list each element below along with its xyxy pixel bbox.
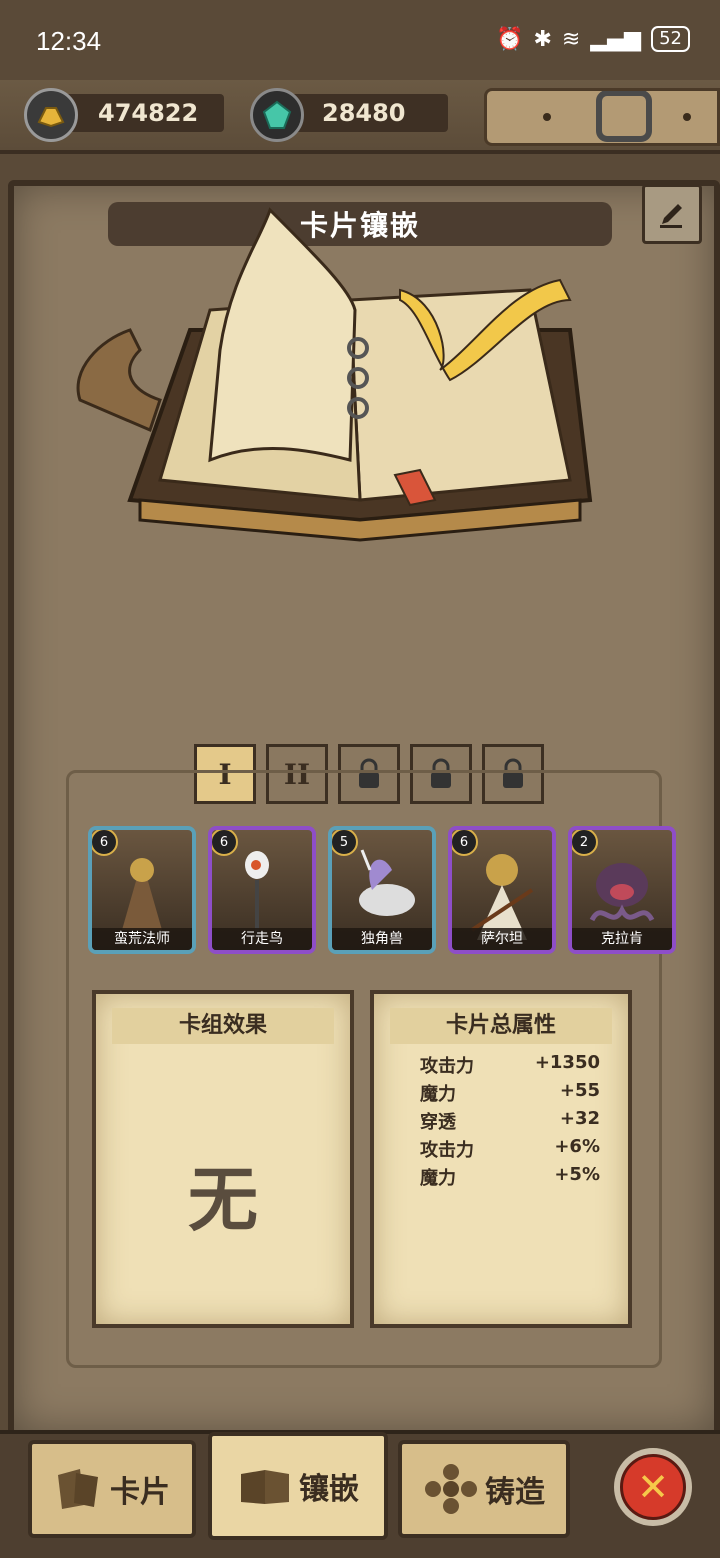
attribute-label: 穿透: [420, 1112, 456, 1133]
card-slot[interactable]: 2 克拉肯: [568, 826, 676, 954]
nav-forge-button[interactable]: 铸造: [398, 1440, 570, 1538]
wifi-icon: ≋: [561, 26, 581, 52]
signal-icon: ▂▄▆: [590, 26, 642, 52]
edit-button[interactable]: [642, 184, 702, 244]
status-bar: 12:34 ⏰ ✱ ≋ ▂▄▆ 52: [0, 0, 720, 80]
attribute-label: 魔力: [420, 1168, 456, 1189]
attribute-value: +32: [559, 1108, 600, 1129]
attribute-row: 攻击力 +1350: [420, 1052, 600, 1080]
gold-counter[interactable]: 474822: [24, 88, 224, 142]
card-name: 萨尔坦: [452, 928, 552, 950]
deck-effect-panel: 卡组效果 无: [92, 990, 354, 1328]
gem-amount: 28480: [322, 99, 406, 127]
attribute-row: 穿透 +32: [420, 1108, 600, 1136]
attribute-value: +5%: [554, 1164, 600, 1185]
strap-decoration: [484, 88, 720, 146]
card-name: 克拉肯: [572, 928, 672, 950]
book-icon: [241, 1470, 289, 1504]
card-level: 6: [92, 830, 118, 856]
close-icon: ✕: [620, 1454, 686, 1520]
card-name: 独角兽: [332, 928, 432, 950]
card-slot[interactable]: 6 行走鸟: [208, 826, 316, 954]
card-row: 6 蛮荒法师 6 行走鸟 5 独角兽 6 萨尔坦 2 克拉肯: [88, 826, 676, 954]
attribute-value: +1350: [534, 1052, 600, 1073]
card-name: 蛮荒法师: [92, 928, 192, 950]
nav-inlay-button[interactable]: 镶嵌: [208, 1432, 388, 1540]
card-slot[interactable]: 6 蛮荒法师: [88, 826, 196, 954]
attribute-label: 攻击力: [420, 1140, 474, 1161]
card-level: 5: [332, 830, 358, 856]
gold-amount: 474822: [98, 99, 199, 127]
status-icons: ⏰ ✱ ≋ ▂▄▆ 52: [496, 26, 690, 52]
card-totals-panel: 卡片总属性 攻击力 +1350 魔力 +55 穿透 +32 攻击力 +6% 魔力 +5%: [370, 990, 632, 1328]
card-level: 6: [452, 830, 478, 856]
nav-cards-label: 卡片: [110, 1475, 170, 1510]
attribute-row: 攻击力 +6%: [420, 1136, 600, 1164]
card-name: 行走鸟: [212, 928, 312, 950]
bluetooth-icon: ✱: [533, 26, 552, 52]
gem-icon: [250, 88, 304, 142]
card-slot[interactable]: 5 独角兽: [328, 826, 436, 954]
alarm-icon: ⏰: [496, 26, 524, 52]
deck-effect-title: 卡组效果: [112, 1008, 334, 1044]
card-slot[interactable]: 6 萨尔坦: [448, 826, 556, 954]
card-level: 2: [572, 830, 598, 856]
close-button[interactable]: ✕: [614, 1448, 692, 1526]
attribute-list: 攻击力 +1350 魔力 +55 穿透 +32 攻击力 +6% 魔力 +5%: [420, 1052, 600, 1192]
gem-counter[interactable]: 28480: [250, 88, 448, 142]
nav-forge-label: 铸造: [485, 1475, 545, 1510]
card-totals-title: 卡片总属性: [390, 1008, 612, 1044]
attribute-label: 攻击力: [420, 1056, 474, 1077]
battery-indicator: 52: [651, 26, 690, 52]
attribute-value: +6%: [554, 1136, 600, 1157]
deck-effect-value: 无: [188, 1158, 258, 1241]
attribute-row: 魔力 +55: [420, 1080, 600, 1108]
book-illustration: [76, 207, 593, 542]
clock: 12:34: [36, 26, 102, 56]
card-level: 6: [212, 830, 238, 856]
cards-icon: [58, 1469, 98, 1509]
attribute-value: +55: [559, 1080, 600, 1101]
attribute-label: 魔力: [420, 1084, 456, 1105]
nav-inlay-label: 镶嵌: [299, 1472, 359, 1507]
forge-icon: [425, 1464, 477, 1514]
pencil-icon: [660, 204, 682, 228]
gold-icon: [24, 88, 78, 142]
attribute-row: 魔力 +5%: [420, 1164, 600, 1192]
nav-cards-button[interactable]: 卡片: [28, 1440, 196, 1538]
